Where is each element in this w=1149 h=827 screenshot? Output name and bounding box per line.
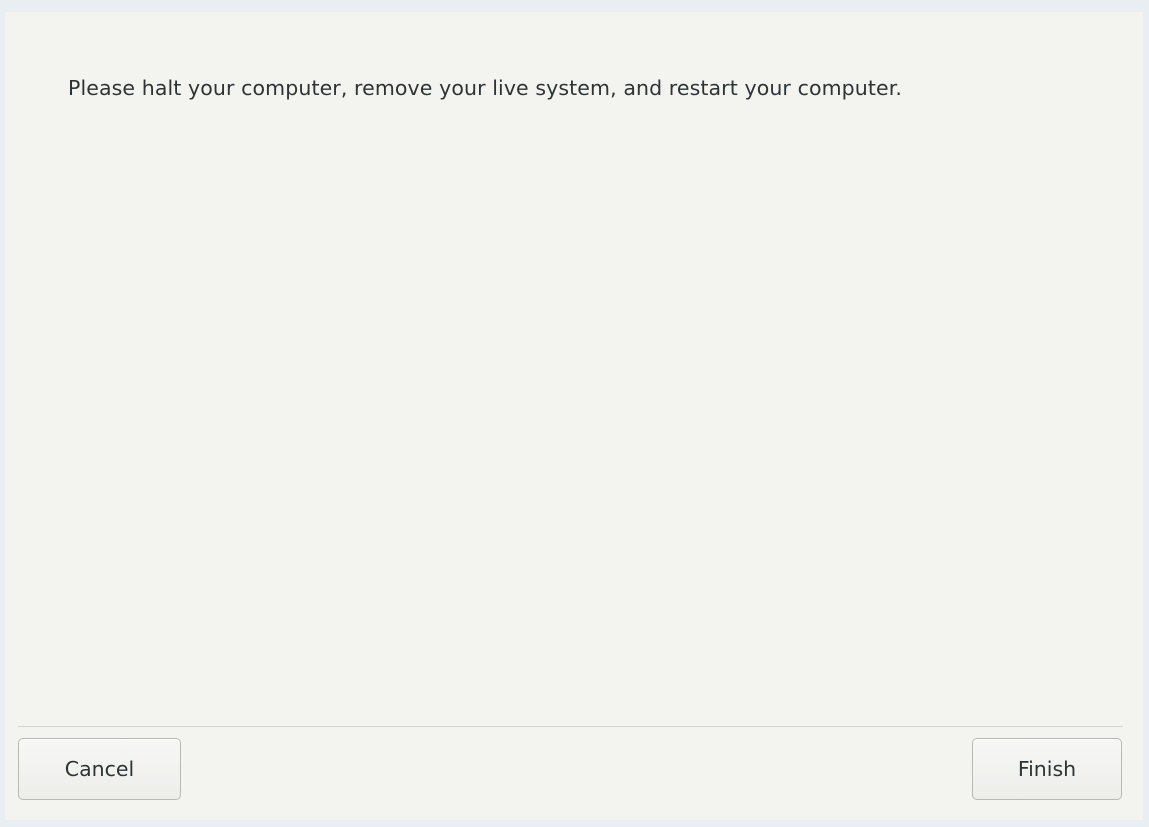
finish-button[interactable]: Finish: [972, 738, 1122, 800]
cancel-button-label: Cancel: [64, 757, 135, 781]
completion-message: Please halt your computer, remove your l…: [68, 76, 902, 100]
button-separator: [18, 726, 1123, 727]
cancel-button[interactable]: Cancel: [18, 738, 181, 800]
finish-button-label: Finish: [1017, 757, 1077, 781]
installer-dialog: Please halt your computer, remove your l…: [5, 12, 1143, 820]
